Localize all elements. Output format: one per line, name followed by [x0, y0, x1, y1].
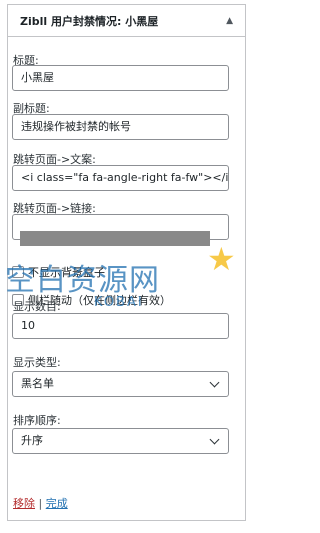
type-label: 显示类型: — [13, 356, 61, 369]
footer-separator: | — [38, 497, 43, 510]
order-label: 排序顺序: — [13, 414, 61, 427]
star-icon: ★ — [207, 240, 236, 278]
redaction-bar — [20, 231, 210, 246]
count-label: 显示数目: — [13, 300, 61, 313]
count-input[interactable]: 10 — [12, 313, 229, 339]
type-select[interactable]: 黑名单 — [12, 371, 229, 397]
widget-header[interactable]: Zibll 用户封禁情况: 小黑屋 ▲ — [8, 5, 245, 37]
widget-title: Zibll 用户封禁情况: 小黑屋 — [20, 14, 159, 28]
order-select[interactable]: 升序 — [12, 428, 229, 454]
title-input[interactable]: 小黑屋 — [12, 65, 229, 91]
watermark-subtext: KOBAI — [94, 295, 144, 310]
remove-link[interactable]: 移除 — [13, 497, 35, 510]
watermark-text: 空白资源网 — [5, 263, 160, 298]
caret-up-icon[interactable]: ▲ — [226, 16, 233, 26]
footer-links: 移除 | 完成 — [13, 495, 68, 511]
link-text-input[interactable]: <i class="fa fa-angle-right fa-fw"></i> — [12, 165, 229, 191]
subtitle-input[interactable]: 违规操作被封禁的帐号 — [12, 114, 229, 140]
done-link[interactable]: 完成 — [46, 497, 68, 510]
